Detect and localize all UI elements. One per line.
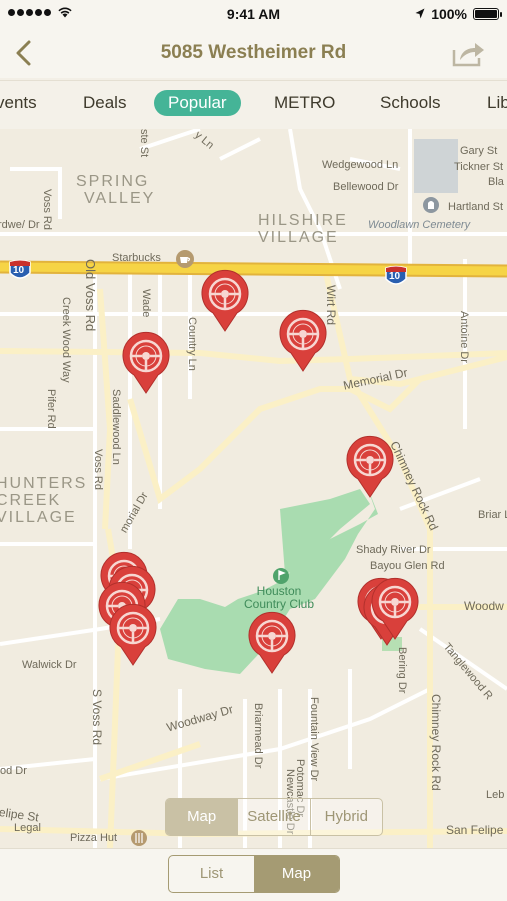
battery-percent: 100% (431, 6, 467, 22)
map-type-control: Map Satellite Hybrid (165, 798, 383, 836)
steering-wheel-pin-icon[interactable] (117, 327, 175, 395)
tab-popular[interactable]: Popular (154, 90, 241, 116)
steering-wheel-pin-icon[interactable] (196, 265, 254, 333)
street-label: Old Voss Rd (83, 259, 98, 332)
street-label: Walwick Dr (22, 659, 77, 671)
street-label: ste St (138, 129, 150, 158)
street-label: Wade (140, 289, 152, 318)
page-title: 5085 Westheimer Rd (160, 42, 347, 63)
map-type-hybrid[interactable]: Hybrid (309, 799, 382, 835)
status-right: 100% (415, 6, 502, 22)
tab-libraries[interactable]: Lib (487, 93, 507, 113)
cemetery-icon (423, 197, 439, 213)
status-bar: 9:41 AM 100% (0, 0, 507, 28)
location-arrow-icon (415, 8, 425, 19)
street-label: Hartland St (448, 201, 504, 213)
street-label: rdwe/ Dr (0, 219, 40, 231)
street-label: S Voss Rd (90, 689, 104, 746)
view-toggle-list[interactable]: List (169, 856, 254, 892)
map-type-satellite[interactable]: Satellite (237, 799, 309, 835)
steering-wheel-pin-icon[interactable] (274, 305, 332, 373)
steering-wheel-pin-icon[interactable] (104, 599, 162, 667)
street-label: Antoine Dr (458, 311, 470, 363)
battery-level (475, 10, 497, 18)
poi-label-pizza-hut: Pizza Hut (70, 832, 118, 844)
view-toggle: List Map (168, 855, 340, 893)
tab-events[interactable]: vents (0, 93, 37, 113)
tab-deals[interactable]: Deals (83, 93, 126, 113)
view-toggle-map[interactable]: Map (254, 856, 339, 892)
area-label-line: HILSHIRE (258, 212, 348, 229)
street-label: Leb (486, 789, 505, 801)
street-label: Bla (488, 176, 504, 188)
street-label: Shady River Dr (356, 544, 431, 556)
map-view[interactable]: 10 10 SPRING VALLEY HILSHIRE VILLAGE HUN… (0, 129, 507, 848)
restaurant-icon (131, 830, 147, 846)
area-label-line: SPRING (76, 173, 150, 190)
street-label: Fountain View Dr (308, 697, 320, 782)
map-type-map[interactable]: Map (166, 799, 238, 835)
area-label-hilshire-village: HILSHIRE VILLAGE (258, 212, 348, 246)
poi-label-starbucks: Starbucks (112, 252, 161, 264)
area-label-spring-valley: SPRING VALLEY (76, 173, 155, 207)
street-label: od Dr (0, 765, 27, 777)
interstate-number: 10 (13, 265, 25, 276)
street-label: Creek Wood Way (60, 297, 72, 383)
street-label: Bellewood Dr (333, 181, 399, 193)
area-label-line: VILLAGE (0, 509, 77, 526)
steering-wheel-pin-icon[interactable] (341, 431, 399, 499)
battery-icon (473, 8, 502, 20)
interstate-number: 10 (389, 271, 401, 282)
street-label: Woodw (464, 599, 504, 613)
street-label: San Felipe (446, 823, 504, 837)
area-label-hunters-creek-village: HUNTERS CREEK VILLAGE (0, 475, 87, 526)
share-icon[interactable] (451, 38, 487, 68)
street-label: Wedgewood Ln (322, 159, 399, 171)
street-label: Chimney Rock Rd (429, 694, 443, 791)
street-label: Tickner St (454, 161, 504, 173)
street-label: Saddlewood Ln (110, 389, 122, 465)
tab-metro[interactable]: METRO (274, 93, 335, 113)
area-label-line: HUNTERS (0, 475, 88, 492)
street-label: Voss Rd (41, 189, 53, 230)
street-label: Voss Rd (92, 449, 104, 490)
poi-label-legal: Legal (14, 822, 41, 834)
steering-wheel-pin-icon[interactable] (366, 573, 424, 641)
area-label-line: VILLAGE (258, 229, 339, 246)
area-label-line: VALLEY (84, 190, 156, 207)
nav-bar: 5085 Westheimer Rd (0, 28, 507, 78)
street-label: Pifer Rd (45, 389, 57, 429)
category-tabs: vents Deals Popular METRO Schools Lib (0, 80, 507, 130)
tab-schools[interactable]: Schools (380, 93, 440, 113)
street-label: Bering Dr (396, 647, 408, 694)
street-label: Briar L (478, 509, 507, 521)
steering-wheel-pin-icon[interactable] (243, 607, 301, 675)
street-label: Briarmead Dr (252, 703, 264, 769)
street-label: Bayou Glen Rd (370, 560, 445, 572)
area-label-line: CREEK (0, 492, 62, 509)
golf-course-icon (273, 568, 289, 584)
coffee-cup-icon (176, 250, 194, 268)
street-label: Gary St (460, 145, 498, 157)
poi-label-cemetery: Woodlawn Cemetery (368, 219, 471, 231)
bottom-bar: List Map (0, 848, 507, 901)
